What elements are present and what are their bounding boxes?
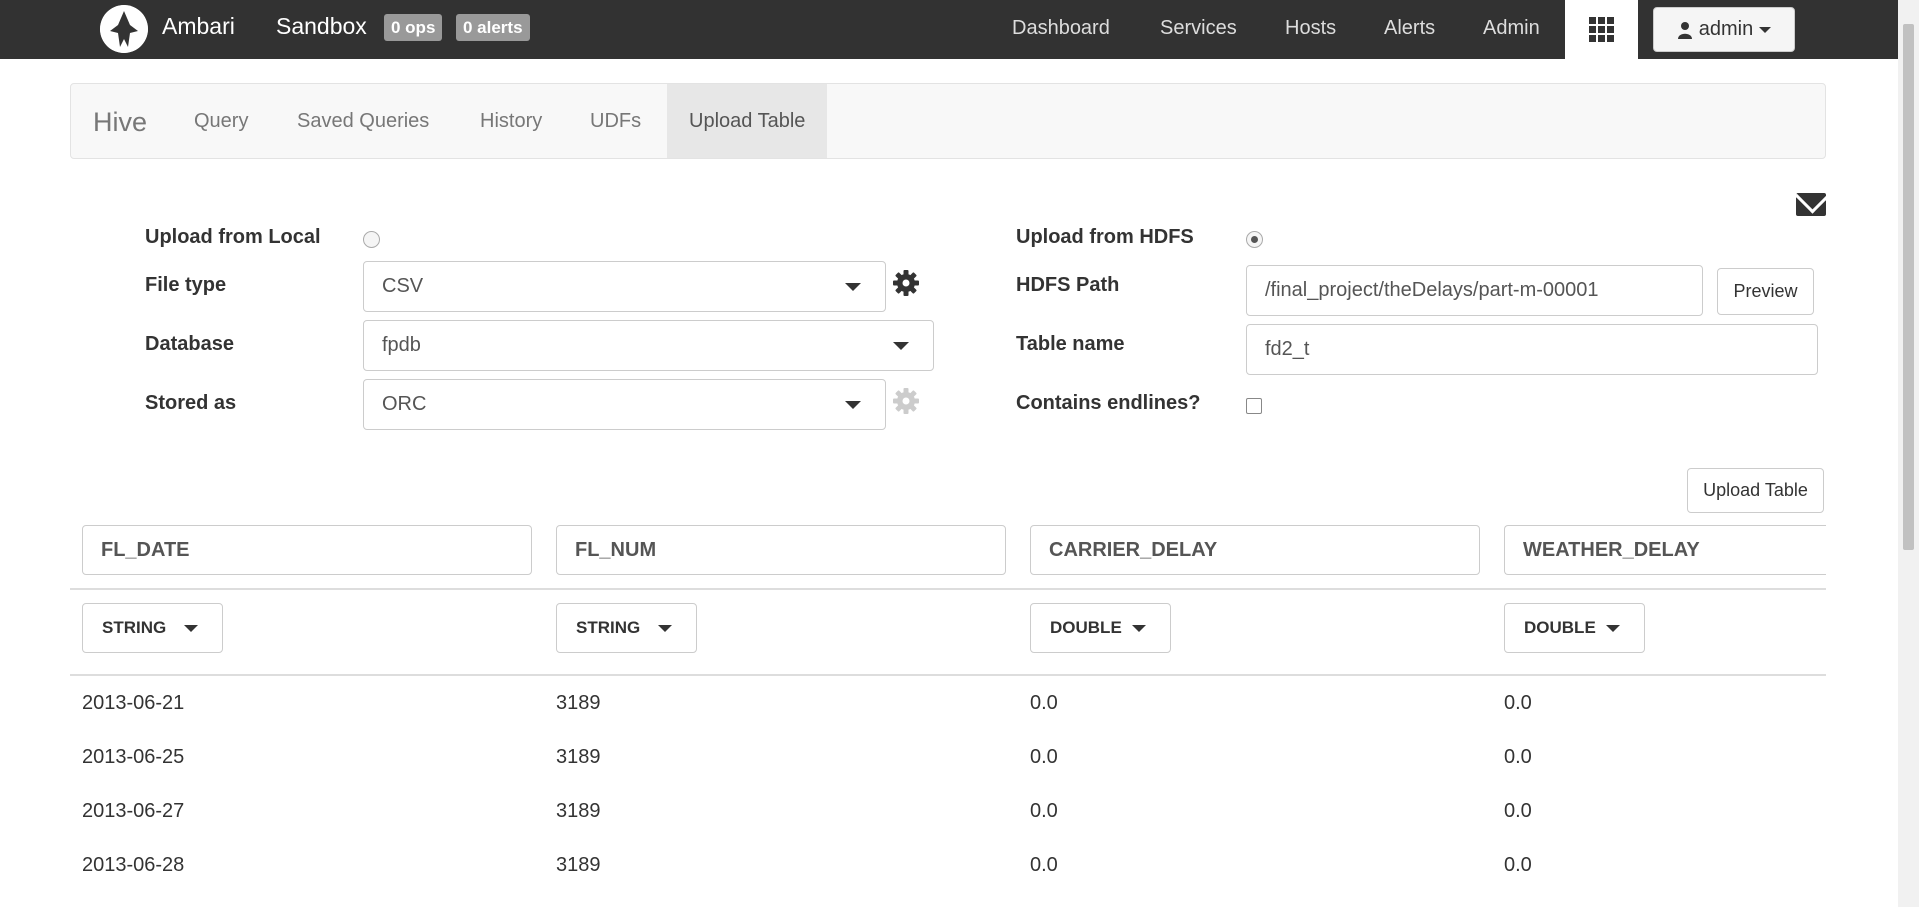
table-cell: 3189 (556, 854, 601, 876)
file-type-value: CSV (382, 275, 424, 297)
hive-title[interactable]: Hive (93, 107, 147, 138)
envelope-icon[interactable] (1796, 193, 1826, 216)
table-cell: 0.0 (1030, 746, 1058, 768)
table-cell: 0.0 (1504, 800, 1532, 822)
upload-table-button[interactable]: Upload Table (1687, 468, 1824, 513)
brand-name[interactable]: Ambari (162, 13, 235, 40)
column-name: FL_DATE (101, 539, 190, 561)
user-menu-button[interactable]: admin (1653, 7, 1795, 52)
column-type-dropdown[interactable]: DOUBLE (1504, 603, 1645, 653)
chevron-down-icon (845, 401, 861, 409)
column-type: STRING (576, 618, 641, 637)
table-cell: 0.0 (1030, 854, 1058, 876)
contains-endlines-checkbox[interactable] (1246, 398, 1262, 414)
column-name: WEATHER_DELAY (1523, 539, 1700, 561)
column-name-input[interactable]: CARRIER_DELAY (1030, 525, 1480, 575)
database-select[interactable]: fpdb (363, 320, 934, 371)
scrollbar-thumb[interactable] (1903, 24, 1914, 550)
database-label: Database (145, 333, 234, 355)
table-cell: 0.0 (1504, 854, 1532, 876)
nav-services[interactable]: Services (1160, 17, 1237, 40)
tab-saved-queries[interactable]: Saved Queries (275, 84, 451, 158)
column-name-input[interactable]: FL_NUM (556, 525, 1006, 575)
contains-endlines-label: Contains endlines? (1016, 392, 1201, 414)
tab-history[interactable]: History (458, 84, 564, 158)
alerts-badge[interactable]: 0 alerts (456, 14, 530, 41)
column-type-dropdown[interactable]: DOUBLE (1030, 603, 1171, 653)
page-scrollbar[interactable] (1898, 0, 1919, 907)
ops-badge[interactable]: 0 ops (384, 14, 443, 41)
table-name-value: fd2_t (1265, 338, 1310, 360)
column-name: CARRIER_DELAY (1049, 539, 1218, 561)
hdfs-path-value: /final_project/theDelays/part-m-00001 (1265, 279, 1599, 301)
nav-alerts[interactable]: Alerts (1384, 17, 1435, 40)
chevron-down-icon (1759, 26, 1772, 33)
table-cell: 2013-06-21 (82, 692, 185, 714)
file-type-label: File type (145, 274, 227, 296)
column-type-dropdown[interactable]: STRING (556, 603, 697, 653)
tab-upload-table[interactable]: Upload Table (667, 84, 828, 158)
table-name-input[interactable]: fd2_t (1246, 324, 1818, 375)
ambari-logo-icon[interactable] (100, 5, 148, 53)
table-cell: 0.0 (1030, 800, 1058, 822)
chevron-down-icon (1606, 625, 1620, 632)
chevron-down-icon (658, 625, 672, 632)
table-cell: 3189 (556, 800, 601, 822)
table-cell: 0.0 (1030, 692, 1058, 714)
column-type: STRING (102, 618, 167, 637)
user-icon (1677, 21, 1692, 39)
chevron-down-icon (184, 625, 198, 632)
table-cell: 2013-06-25 (82, 746, 185, 768)
tab-query[interactable]: Query (172, 84, 270, 158)
upload-hdfs-label: Upload from HDFS (1016, 226, 1194, 248)
user-name: admin (1698, 18, 1754, 40)
chevron-down-icon (893, 342, 909, 350)
column-name: FL_NUM (575, 539, 657, 561)
column-type: DOUBLE (1050, 618, 1122, 637)
gear-icon-disabled (893, 388, 919, 414)
nav-admin[interactable]: Admin (1483, 17, 1540, 40)
table-cell: 2013-06-28 (82, 854, 185, 876)
tab-udfs[interactable]: UDFs (568, 84, 663, 158)
gear-icon[interactable] (892, 269, 920, 297)
column-name-input[interactable]: FL_DATE (82, 525, 532, 575)
column-name-input[interactable]: WEATHER_DELAY (1504, 525, 1826, 575)
column-type-dropdown[interactable]: STRING (82, 603, 223, 653)
database-value: fpdb (382, 334, 421, 356)
nav-hosts[interactable]: Hosts (1285, 17, 1336, 40)
table-divider (70, 588, 1826, 590)
table-cell: 0.0 (1504, 692, 1532, 714)
upload-local-label: Upload from Local (145, 226, 321, 248)
chevron-down-icon (845, 283, 861, 291)
preview-button[interactable]: Preview (1717, 268, 1814, 315)
upload-hdfs-radio[interactable] (1246, 231, 1263, 248)
table-cell: 3189 (556, 692, 601, 714)
top-navbar: Ambari Sandbox 0 ops 0 alerts Dashboard … (0, 0, 1898, 59)
stored-as-select[interactable]: ORC (363, 379, 886, 430)
views-menu[interactable] (1565, 0, 1638, 59)
hdfs-path-label: HDFS Path (1016, 274, 1120, 296)
grid-icon (1589, 17, 1614, 42)
table-cell: 3189 (556, 746, 601, 768)
file-type-select[interactable]: CSV (363, 261, 886, 312)
cluster-name[interactable]: Sandbox (276, 13, 367, 40)
hive-subnav: Hive Query Saved Queries History UDFs Up… (70, 83, 1826, 159)
nav-dashboard[interactable]: Dashboard (1012, 17, 1110, 40)
table-cell: 2013-06-27 (82, 800, 185, 822)
table-name-label: Table name (1016, 333, 1125, 355)
hdfs-path-input[interactable]: /final_project/theDelays/part-m-00001 (1246, 265, 1703, 316)
table-cell: 0.0 (1504, 746, 1532, 768)
chevron-down-icon (1132, 625, 1146, 632)
table-divider (70, 674, 1826, 676)
upload-local-radio[interactable] (363, 231, 380, 248)
stored-as-label: Stored as (145, 392, 237, 414)
stored-as-value: ORC (382, 393, 427, 415)
column-type: DOUBLE (1524, 618, 1596, 637)
